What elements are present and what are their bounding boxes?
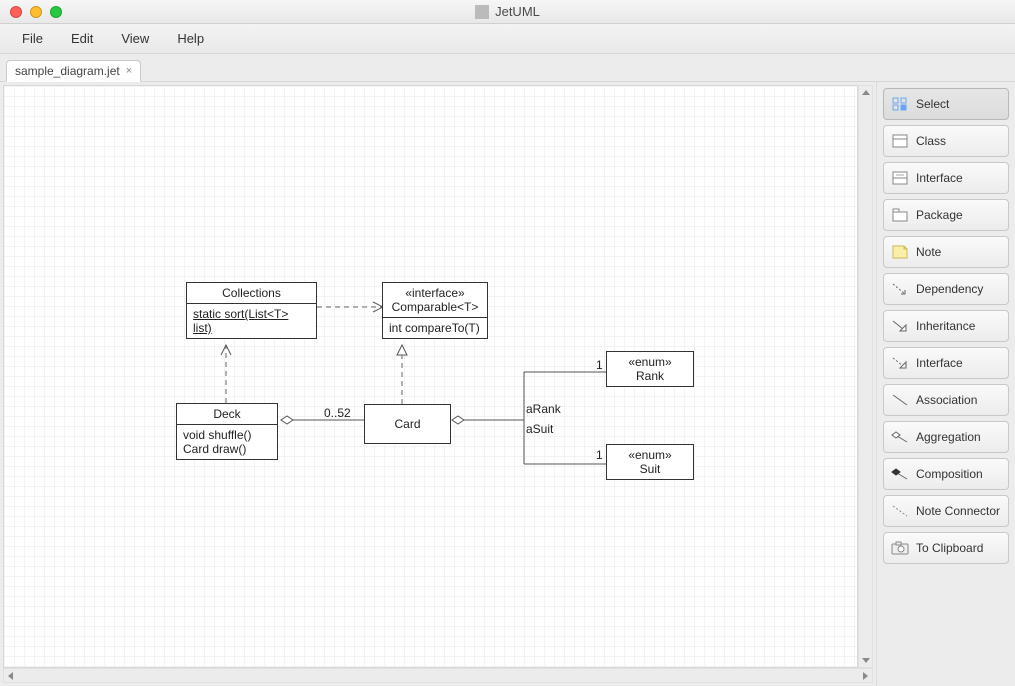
dependency-icon xyxy=(891,281,909,297)
stereotype: «interface» xyxy=(383,283,487,300)
composition-icon xyxy=(891,466,909,482)
tool-label: Inheritance xyxy=(916,319,975,333)
tab-sample-diagram[interactable]: sample_diagram.jet × xyxy=(6,60,141,82)
stereotype: «enum» xyxy=(607,445,693,462)
menubar: File Edit View Help xyxy=(0,24,1015,54)
tool-class[interactable]: Class xyxy=(883,125,1009,157)
enum-name: Suit xyxy=(607,462,693,479)
class-card[interactable]: Card xyxy=(364,404,451,444)
tabstrip: sample_diagram.jet × xyxy=(0,54,1015,82)
tool-label: Select xyxy=(916,97,949,111)
tool-label: Package xyxy=(916,208,963,222)
close-window-icon[interactable] xyxy=(10,6,22,18)
select-icon xyxy=(891,96,909,112)
menu-edit[interactable]: Edit xyxy=(57,27,107,50)
tool-aggregation[interactable]: Aggregation xyxy=(883,421,1009,453)
menu-help[interactable]: Help xyxy=(163,27,218,50)
enum-rank[interactable]: «enum» Rank xyxy=(606,351,694,387)
tab-close-icon[interactable]: × xyxy=(126,65,132,77)
tool-inheritance[interactable]: Inheritance xyxy=(883,310,1009,342)
minimize-window-icon[interactable] xyxy=(30,6,42,18)
tool-label: Note Connector xyxy=(916,504,1000,518)
menu-view[interactable]: View xyxy=(107,27,163,50)
class-method: static sort(List<T> list) xyxy=(193,307,288,335)
scroll-left-icon[interactable] xyxy=(8,672,13,680)
tool-label: To Clipboard xyxy=(916,541,983,555)
class-deck[interactable]: Deck void shuffle() Card draw() xyxy=(176,403,278,460)
interface-name: Comparable<T> xyxy=(383,300,487,317)
note-icon xyxy=(891,244,909,260)
class-name: Card xyxy=(388,414,426,434)
tool-label: Aggregation xyxy=(916,430,981,444)
tool-label: Association xyxy=(916,393,977,407)
enum-name: Rank xyxy=(607,369,693,386)
stereotype: «enum» xyxy=(607,352,693,369)
multiplicity-one: 1 xyxy=(596,448,603,462)
tool-package[interactable]: Package xyxy=(883,199,1009,231)
scroll-up-icon[interactable] xyxy=(862,90,870,95)
enum-suit[interactable]: «enum» Suit xyxy=(606,444,694,480)
tool-interface-relation[interactable]: Interface xyxy=(883,347,1009,379)
class-icon xyxy=(891,133,909,149)
scroll-down-icon[interactable] xyxy=(862,658,870,663)
tool-label: Interface xyxy=(916,356,963,370)
tool-label: Note xyxy=(916,245,941,259)
class-method: Card draw() xyxy=(177,442,277,459)
interface-rel-icon xyxy=(891,355,909,371)
class-method: void shuffle() xyxy=(177,425,277,442)
app-title: JetUML xyxy=(495,4,540,19)
note-connector-icon xyxy=(891,503,909,519)
tool-select[interactable]: Select xyxy=(883,88,1009,120)
tool-to-clipboard[interactable]: To Clipboard xyxy=(883,532,1009,564)
tool-note[interactable]: Note xyxy=(883,236,1009,268)
menu-file[interactable]: File xyxy=(8,27,57,50)
multiplicity-one: 1 xyxy=(596,358,603,372)
canvas-wrap: Collections static sort(List<T> list) «i… xyxy=(0,82,876,686)
aggregation-icon xyxy=(891,429,909,445)
multiplicity-label: 0..52 xyxy=(324,406,351,420)
vertical-scrollbar[interactable] xyxy=(858,85,873,668)
tool-note-connector[interactable]: Note Connector xyxy=(883,495,1009,527)
inheritance-icon xyxy=(891,318,909,334)
tool-label: Dependency xyxy=(916,282,983,296)
class-name: Deck xyxy=(177,404,277,424)
tab-label: sample_diagram.jet xyxy=(15,64,120,78)
scroll-right-icon[interactable] xyxy=(863,672,868,680)
tool-association[interactable]: Association xyxy=(883,384,1009,416)
package-icon xyxy=(891,207,909,223)
interface-icon xyxy=(891,170,909,186)
connectors-layer xyxy=(4,86,857,667)
interface-method: int compareTo(T) xyxy=(383,318,487,338)
class-collections[interactable]: Collections static sort(List<T> list) xyxy=(186,282,317,339)
tool-label: Composition xyxy=(916,467,983,481)
main: Collections static sort(List<T> list) «i… xyxy=(0,82,1015,686)
tool-label: Interface xyxy=(916,171,963,185)
canvas-scroll: Collections static sort(List<T> list) «i… xyxy=(3,85,873,668)
zoom-window-icon[interactable] xyxy=(50,6,62,18)
horizontal-scrollbar[interactable] xyxy=(3,668,873,683)
association-icon xyxy=(891,392,909,408)
role-asuit: aSuit xyxy=(526,422,553,436)
window-controls xyxy=(0,6,62,18)
camera-icon xyxy=(891,540,909,556)
toolbox: Select Class Interface Package Note xyxy=(876,82,1015,686)
title-center: JetUML xyxy=(0,4,1015,19)
tool-interface[interactable]: Interface xyxy=(883,162,1009,194)
app-icon xyxy=(475,5,489,19)
role-arank: aRank xyxy=(526,402,561,416)
class-name: Collections xyxy=(187,283,316,303)
tool-dependency[interactable]: Dependency xyxy=(883,273,1009,305)
diagram-canvas[interactable]: Collections static sort(List<T> list) «i… xyxy=(3,85,858,668)
tool-composition[interactable]: Composition xyxy=(883,458,1009,490)
titlebar: JetUML xyxy=(0,0,1015,24)
interface-comparable[interactable]: «interface» Comparable<T> int compareTo(… xyxy=(382,282,488,339)
tool-label: Class xyxy=(916,134,946,148)
